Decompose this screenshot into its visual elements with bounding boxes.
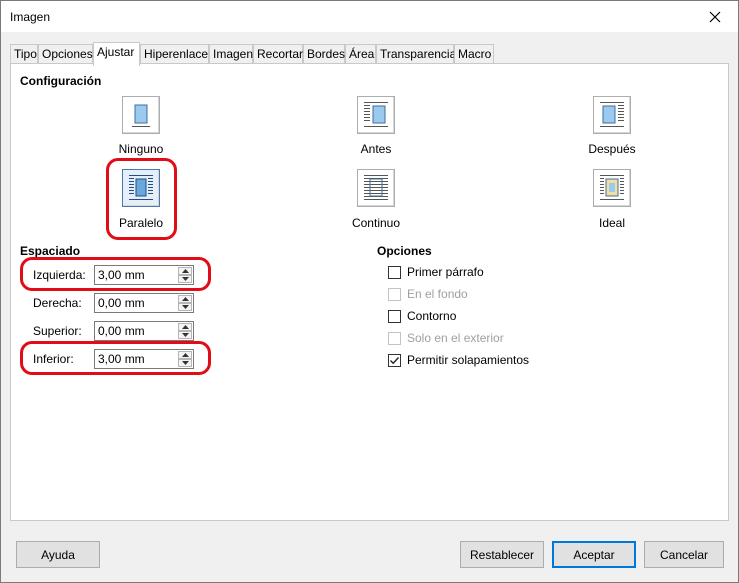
wrap-after-icon [600,102,624,127]
checkbox-box[interactable] [388,266,401,279]
checkbox-box[interactable] [388,332,401,345]
reset-button[interactable]: Restablecer [460,541,544,568]
chevron-down-icon [181,305,189,309]
spin-up-button[interactable] [178,323,192,331]
cancel-button-label: Cancelar [659,547,709,562]
wrap-before-icon [364,102,388,127]
espaciado-title: Espaciado [20,244,81,258]
wrap-before-button[interactable] [357,96,395,134]
wrap-parallel-button[interactable] [122,169,160,207]
wrap-parallel-label: Paralelo [118,216,164,230]
close-icon [709,11,721,22]
chevron-up-icon [181,353,189,357]
checkbox-box[interactable] [388,310,401,323]
spin-down-button[interactable] [178,331,192,339]
wrap-before-label: Antes [360,142,392,156]
tab-label: Hiperenlace [144,47,209,61]
spin-down-button[interactable] [178,303,192,311]
tab-label: Ajustar [97,45,135,59]
checkmark-icon [390,357,400,365]
derecha-label: Derecha: [33,296,82,310]
spin-up-button[interactable] [178,351,192,359]
wrap-ideal-icon [600,175,624,200]
tab-ajustar[interactable]: Ajustar [93,42,140,66]
wrap-parallel-icon [129,175,153,200]
tab-label: Opciones [42,47,93,61]
wrap-after-label: Después [588,142,636,156]
tab-label: Recortar [257,47,304,61]
solo-exterior-checkbox[interactable]: Solo en el exterior [388,331,588,347]
tab-transparencia[interactable]: Transparencia [376,44,457,64]
wrap-none-button[interactable] [122,96,160,134]
opciones-title: Opciones [377,244,432,258]
ok-button-label: Aceptar [573,547,615,562]
contorno-checkbox[interactable]: Contorno [388,309,588,325]
wrap-through-icon [364,175,388,200]
chevron-up-icon [181,269,189,273]
checkbox-box[interactable] [388,288,401,301]
chevron-down-icon [181,333,189,337]
chevron-down-icon [181,277,189,281]
inferior-label: Inferior: [33,352,74,366]
checkbox-label: En el fondo [407,287,468,301]
tab-label: Macro [458,47,492,61]
checkbox-box[interactable] [388,354,401,367]
spin-down-button[interactable] [178,275,192,283]
ok-button[interactable]: Aceptar [552,541,636,568]
checkbox-label: Primer párrafo [407,265,484,279]
reset-button-label: Restablecer [469,547,535,562]
wrap-after-button[interactable] [593,96,631,134]
spin-down-button[interactable] [178,359,192,367]
superior-value: 0,00 mm [98,324,145,338]
help-button-label: Ayuda [41,547,75,562]
spin-up-button[interactable] [178,295,192,303]
tab-label: Tipo [14,47,37,61]
dialog-window: Imagen Tipo Opciones Ajustar Hiperenlace… [0,0,739,583]
tab-label: Bordes [307,47,346,61]
checkbox-label: Solo en el exterior [407,331,504,345]
tab-opciones[interactable]: Opciones [38,44,93,64]
inferior-spinfield[interactable]: 3,00 mm [94,349,194,369]
tab-area[interactable]: Área [345,44,376,64]
checkbox-label: Contorno [407,309,457,323]
inferior-value: 3,00 mm [98,352,145,366]
izquierda-label: Izquierda: [33,268,86,282]
tab-label: Área [349,47,375,61]
izquierda-value: 3,00 mm [98,268,145,282]
wrap-ideal-label: Ideal [598,216,626,230]
chevron-down-icon [181,361,189,365]
help-button[interactable]: Ayuda [16,541,100,568]
chevron-up-icon [181,325,189,329]
derecha-value: 0,00 mm [98,296,145,310]
spin-up-button[interactable] [178,267,192,275]
configuracion-title: Configuración [20,74,102,88]
chevron-up-icon [181,297,189,301]
tab-recortar[interactable]: Recortar [253,44,303,64]
tab-imagen[interactable]: Imagen [209,44,253,64]
close-button[interactable] [692,1,738,32]
primer-parrafo-checkbox[interactable]: Primer párrafo [388,265,588,281]
derecha-spinfield[interactable]: 0,00 mm [94,293,194,313]
window-title: Imagen [10,10,51,24]
tab-tipo[interactable]: Tipo [10,44,38,64]
en-el-fondo-checkbox[interactable]: En el fondo [388,287,588,303]
wrap-through-label: Continuo [351,216,401,230]
wrap-ideal-button[interactable] [593,169,631,207]
tab-label: Imagen [213,47,254,61]
superior-label: Superior: [33,324,82,338]
tab-bordes[interactable]: Bordes [303,44,345,64]
tab-panel-ajustar: Configuración Ninguno Antes Después Para… [10,63,729,521]
checkbox-label: Permitir solapamientos [407,353,530,367]
title-bar: Imagen [1,1,738,32]
cancel-button[interactable]: Cancelar [644,541,724,568]
superior-spinfield[interactable]: 0,00 mm [94,321,194,341]
wrap-none-label: Ninguno [118,142,164,156]
wrap-none-icon [132,104,150,127]
izquierda-spinfield[interactable]: 3,00 mm [94,265,194,285]
permitir-solapamientos-checkbox[interactable]: Permitir solapamientos [388,353,588,369]
tab-label: Transparencia [380,47,457,61]
wrap-through-button[interactable] [357,169,395,207]
tab-macro[interactable]: Macro [454,44,494,64]
tab-hiperenlace[interactable]: Hiperenlace [140,44,209,64]
